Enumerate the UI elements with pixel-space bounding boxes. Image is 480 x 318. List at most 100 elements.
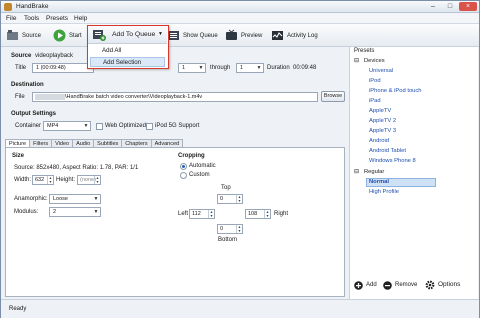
collapse-icon[interactable]: ⊟ xyxy=(354,169,359,175)
crop-custom-radio[interactable] xyxy=(180,172,187,179)
height-label: Height: xyxy=(56,177,76,183)
preset-options-button[interactable]: Options xyxy=(425,278,460,291)
chevron-down-icon: ▼ xyxy=(93,196,99,202)
preset-item[interactable]: iPod xyxy=(369,78,381,84)
activity-log-button[interactable]: Activity Log xyxy=(271,27,318,44)
status-text: Ready xyxy=(9,306,27,312)
add-to-queue-icon xyxy=(92,28,106,43)
add-preset-label: Add xyxy=(366,282,377,288)
menu-bar: File Tools Presets Help xyxy=(1,13,479,24)
preset-item[interactable]: Windows Phone 8 xyxy=(369,158,416,164)
add-icon xyxy=(354,280,363,290)
chevron-down-icon: ▼ xyxy=(83,123,89,129)
spinner-arrows-icon[interactable]: ▲ ▼ xyxy=(208,210,214,218)
crop-automatic-radio[interactable] xyxy=(180,163,187,170)
app-window: HandBrake – □ × File Tools Presets Help … xyxy=(0,0,480,318)
width-input[interactable]: 632 ▲ ▼ xyxy=(32,175,54,185)
preset-item-selected[interactable]: Normal xyxy=(369,179,389,185)
preset-item[interactable]: AppleTV 2 xyxy=(369,118,396,124)
browse-button[interactable]: Browse xyxy=(321,91,345,102)
menu-file[interactable]: File xyxy=(6,15,16,22)
title-select[interactable]: 1 (00:09:48) ▼ xyxy=(32,63,94,73)
title-label: Title xyxy=(15,65,27,71)
crop-right-input[interactable]: 108 ▲ ▼ xyxy=(245,209,271,219)
remove-preset-label: Remove xyxy=(395,282,418,288)
preset-item[interactable]: Universal xyxy=(369,68,393,74)
height-input[interactable]: (none) ▲ ▼ xyxy=(77,175,101,185)
add-preset-button[interactable]: Add xyxy=(354,279,377,291)
crop-bottom-label: Bottom xyxy=(218,237,238,243)
preview-tv-icon xyxy=(225,29,238,42)
container-select[interactable]: MP4 ▼ xyxy=(43,121,91,131)
preset-item[interactable]: iPhone & iPod touch xyxy=(369,88,422,94)
preview-label: Preview xyxy=(241,32,263,39)
add-to-queue-menu: Add To Queue ▼ Add All Add Selection xyxy=(87,25,169,69)
start-button[interactable]: Start xyxy=(53,27,82,44)
crop-bottom-value: 0 xyxy=(220,226,224,232)
collapse-icon[interactable]: ⊟ xyxy=(354,58,359,64)
source-info: Source: 852x480, Aspect Ratio: 1.78, PAR… xyxy=(14,165,139,171)
spinner-arrows-icon[interactable]: ▲ ▼ xyxy=(236,195,242,203)
modulus-label: Modulus: xyxy=(14,209,39,215)
crop-left-label: Left xyxy=(178,211,189,217)
crop-top-input[interactable]: 0 ▲ ▼ xyxy=(217,194,243,204)
preset-group-regular[interactable]: Regular xyxy=(364,169,384,175)
range-end-select[interactable]: 1 ▼ xyxy=(236,63,264,73)
add-to-queue-button[interactable]: Add To Queue ▼ xyxy=(88,26,167,44)
web-optimized-label: Web Optimized xyxy=(105,123,146,129)
preset-item[interactable]: AppleTV 3 xyxy=(369,128,396,134)
source-label: Source xyxy=(22,32,42,39)
preset-item[interactable]: High Profile xyxy=(369,189,399,195)
blurred-path-segment xyxy=(35,93,65,100)
preset-item[interactable]: iPad xyxy=(369,98,381,104)
preset-group-devices[interactable]: Devices xyxy=(364,58,385,64)
preset-item[interactable]: Android Tablet xyxy=(369,148,406,154)
web-optimized-checkbox[interactable] xyxy=(96,123,103,130)
menu-item-add-all[interactable]: Add All xyxy=(90,46,165,56)
duration-value: 00:09:48 xyxy=(293,65,317,71)
menu-help[interactable]: Help xyxy=(74,15,87,22)
spinner-arrows-icon[interactable]: ▲ ▼ xyxy=(236,225,242,233)
anamorphic-label: Anamorphic: xyxy=(14,196,48,202)
activity-log-label: Activity Log xyxy=(287,32,318,39)
range-start-select[interactable]: 1 ▼ xyxy=(178,63,206,73)
file-path-field[interactable]: \HandBrake batch video converter\Videopl… xyxy=(32,92,318,102)
modulus-value: 2 xyxy=(53,209,57,215)
minimize-button[interactable]: – xyxy=(425,2,441,11)
crop-top-value: 0 xyxy=(220,196,224,202)
chevron-down-icon: ▼ xyxy=(93,209,99,215)
show-queue-button[interactable]: Show Queue xyxy=(167,27,218,44)
anamorphic-select[interactable]: Loose ▼ xyxy=(49,194,101,204)
source-button[interactable]: Source xyxy=(6,27,41,44)
ipod-support-label: iPod 5G Support xyxy=(155,123,200,129)
picture-panel: Size Source: 852x480, Aspect Ratio: 1.78… xyxy=(5,147,345,297)
menu-item-add-selection[interactable]: Add Selection xyxy=(90,57,165,67)
close-button[interactable]: × xyxy=(459,2,477,11)
menu-tools[interactable]: Tools xyxy=(24,15,39,22)
menu-presets[interactable]: Presets xyxy=(46,15,68,22)
duration-label: Duration xyxy=(267,65,290,71)
spinner-arrows-icon[interactable]: ▲ ▼ xyxy=(94,176,100,184)
crop-bottom-input[interactable]: 0 ▲ ▼ xyxy=(217,224,243,234)
preset-item[interactable]: Android xyxy=(369,138,389,144)
crop-left-value: 112 xyxy=(192,211,201,217)
maximize-button[interactable]: □ xyxy=(442,2,458,11)
presets-heading: Presets xyxy=(354,48,375,54)
crop-left-input[interactable]: 112 ▲ ▼ xyxy=(189,209,215,219)
preview-button[interactable]: Preview xyxy=(225,27,262,44)
crop-custom-label: Custom xyxy=(189,172,210,178)
modulus-select[interactable]: 2 ▼ xyxy=(49,207,101,217)
container-select-value: MP4 xyxy=(47,123,59,129)
chevron-down-icon: ▼ xyxy=(256,65,262,71)
spinner-arrows-icon[interactable]: ▲ ▼ xyxy=(47,176,53,184)
presets-panel: Presets ⊟ Devices Universal iPod iPhone … xyxy=(349,47,478,299)
file-label: File xyxy=(15,94,25,100)
preset-item[interactable]: AppleTV xyxy=(369,108,391,114)
activity-log-icon xyxy=(271,29,284,42)
crop-right-label: Right xyxy=(274,211,289,217)
spinner-arrows-icon[interactable]: ▲ ▼ xyxy=(264,210,270,218)
ipod-support-checkbox[interactable] xyxy=(146,123,153,130)
crop-right-value: 108 xyxy=(248,211,258,217)
remove-preset-button[interactable]: Remove xyxy=(383,279,417,291)
show-queue-label: Show Queue xyxy=(183,32,218,39)
